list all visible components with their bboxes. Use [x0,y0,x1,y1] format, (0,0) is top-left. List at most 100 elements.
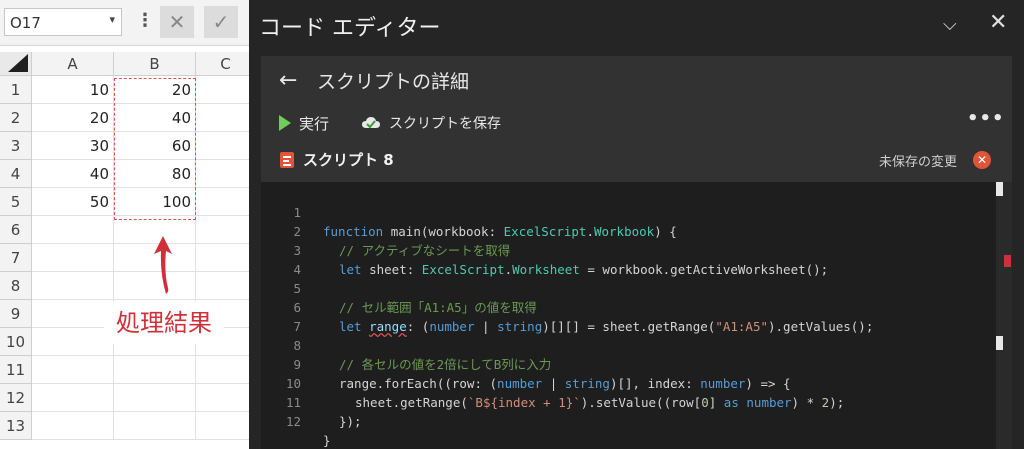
code-token: number [700,376,746,391]
column-header-a[interactable]: A [32,52,114,76]
row-header[interactable]: 7 [0,244,32,272]
cell-b2[interactable]: 40 [114,104,196,132]
more-vertical-icon[interactable]: ⋮ [136,10,154,31]
cancel-button[interactable]: ✕ [160,6,194,38]
save-script-button[interactable]: スクリプトを保存 [361,111,501,135]
cell-c3[interactable] [196,132,250,160]
code-token: sheet: [361,262,422,277]
cell-c1[interactable] [196,76,250,104]
close-circle-icon[interactable]: ✕ [973,151,991,169]
row-header[interactable]: 11 [0,356,32,384]
cell-c11[interactable] [196,356,250,384]
code-token: let [339,319,362,334]
code-line-7[interactable]: 7 [261,298,336,334]
row-header[interactable]: 12 [0,384,32,412]
chevron-down-icon[interactable]: ▾ [109,13,115,26]
cell-b5[interactable]: 100 [114,188,196,216]
close-icon[interactable]: ✕ [989,10,1007,35]
row-header[interactable]: 13 [0,412,32,440]
cell-b1[interactable]: 20 [114,76,196,104]
code-line-3[interactable]: 3 let sheet: ExcelScript.Worksheet = wor… [261,222,828,277]
name-box[interactable]: O17 ▾ [4,8,122,36]
script-name-label: スクリプト 8 [303,151,394,169]
code-line-4[interactable]: 4 [261,241,336,277]
code-token: } [323,433,331,448]
code-line-11[interactable]: 11 }); [261,374,362,429]
cell-a9[interactable] [32,300,114,328]
error-marker [1004,255,1011,267]
code-token: : ( [406,319,430,334]
unsaved-changes-label: 未保存の変更 [879,155,958,170]
row-header[interactable]: 8 [0,272,32,300]
scroll-marker [996,336,1003,350]
more-options-button[interactable]: ••• [967,108,1005,129]
cell-c4[interactable] [196,160,250,188]
row-header[interactable]: 6 [0,216,32,244]
cell-b3[interactable]: 60 [114,132,196,160]
cell-a2[interactable]: 20 [32,104,114,132]
row-header[interactable]: 10 [0,328,32,356]
column-header-c[interactable]: C [196,52,256,76]
back-arrow-icon[interactable]: ← [279,68,297,93]
cell-b12[interactable] [114,384,196,412]
cell-c13[interactable] [196,412,250,440]
code-line-1[interactable]: 1 function main(workbook: ExcelScript.Wo… [261,184,676,239]
cell-c7[interactable] [196,244,250,272]
run-button[interactable]: 実行 [279,111,329,135]
confirm-button[interactable]: ✓ [204,6,238,38]
cell-c6[interactable] [196,216,250,244]
cell-c2[interactable] [196,104,250,132]
cell-a7[interactable] [32,244,114,272]
cell-b13[interactable] [114,412,196,440]
cell-a12[interactable] [32,384,114,412]
code-line-10[interactable]: 10 sheet.getRange(`B${index + 1}`).setVa… [261,355,844,410]
code-token: ExcelScript [503,224,587,239]
cell-a3[interactable]: 30 [32,132,114,160]
code-token: let [339,262,362,277]
line-number: 12 [285,414,301,429]
code-line-2[interactable]: 2 // アクティブなシートを取得 [261,203,510,258]
column-header-b[interactable]: B [114,52,196,76]
cell-a11[interactable] [32,356,114,384]
row-header[interactable]: 5 [0,188,32,216]
row-header[interactable]: 4 [0,160,32,188]
code-token: 0 [701,395,709,410]
select-all-corner[interactable] [0,52,32,76]
cell-c5[interactable] [196,188,250,216]
code-line-9[interactable]: 9 range.forEach((row: (number | string)[… [261,336,790,391]
cell-a5[interactable]: 50 [32,188,114,216]
cell-a6[interactable] [32,216,114,244]
code-token: main(workbook: [383,224,504,239]
code-token: sheet.getRange( [355,395,468,410]
code-token: ).getValues(); [768,319,874,334]
code-token: number [429,319,475,334]
code-editor-pane: コード エディター ⌵ ✕ ← スクリプトの詳細 実行 スクリプトを保存 ••• [249,0,1024,449]
code-line-12[interactable]: 12 } [261,393,336,448]
row-header[interactable]: 3 [0,132,32,160]
cell-c12[interactable] [196,384,250,412]
script-file-icon [280,151,294,168]
detail-title: スクリプトの詳細 [317,71,470,93]
editor-scrollbar[interactable] [996,182,1012,449]
cell-c8[interactable] [196,272,250,300]
cell-a4[interactable]: 40 [32,160,114,188]
row-header[interactable]: 2 [0,104,32,132]
row-header[interactable]: 1 [0,76,32,104]
code-line-5[interactable]: 5 // セル範囲「A1:A5」の値を取得 [261,260,536,315]
cell-a1[interactable]: 10 [32,76,114,104]
code-token: // セル範囲「A1:A5」の値を取得 [339,300,537,315]
code-token: ExcelScript [421,262,505,277]
code-token: ) { [654,224,677,239]
name-box-value: O17 [10,14,41,32]
code-line-8[interactable]: 8 // 各セルの値を2倍にしてB列に入力 [261,317,551,372]
code-line-6[interactable]: 6 let range: (number | string)[][] = she… [261,279,873,334]
cell-a8[interactable] [32,272,114,300]
code-area[interactable]: 1 function main(workbook: ExcelScript.Wo… [261,182,996,449]
cell-b11[interactable] [114,356,196,384]
chevron-down-icon[interactable]: ⌵ [943,14,957,35]
cell-b4[interactable]: 80 [114,160,196,188]
excel-sheet: O17 ▾ ⋮ ✕ ✓ A B C 1 10 20 2 20 40 3 30 60 4 40 80 5 5… [0,0,256,449]
cell-a13[interactable] [32,412,114,440]
cell-a10[interactable] [32,328,114,356]
row-header[interactable]: 9 [0,300,32,328]
